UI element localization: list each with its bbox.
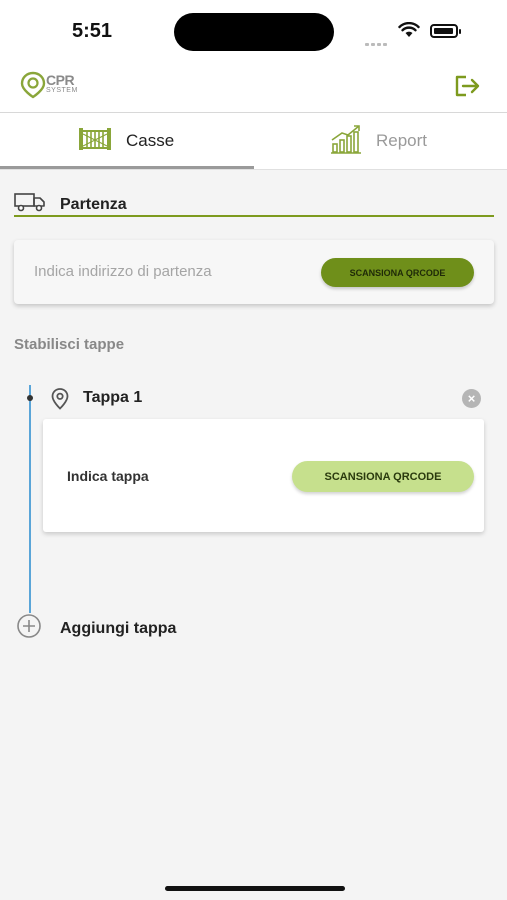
stop-prompt[interactable]: Indica tappa (67, 468, 149, 484)
add-stop-label: Aggiungi tappa (60, 619, 177, 637)
logo-text: CPR (46, 72, 75, 88)
cpr-logo-icon (20, 71, 46, 104)
partenza-scan-qrcode-button[interactable]: SCANSIONA QRCODE (321, 258, 474, 287)
add-stop-button[interactable]: Aggiungi tappa (16, 613, 176, 644)
gate-icon (78, 126, 112, 157)
partenza-label: Partenza (60, 195, 127, 213)
timeline-line (29, 385, 31, 613)
cellular-signal-icon (365, 33, 389, 51)
tab-bar: Casse Report (0, 113, 507, 170)
battery-icon (430, 24, 461, 38)
dynamic-island (174, 13, 334, 51)
timeline-dot (27, 395, 33, 401)
stop-scan-qrcode-button[interactable]: SCANSIONA QRCODE (292, 461, 474, 492)
logout-icon[interactable] (453, 74, 481, 103)
tab-casse[interactable]: Casse (78, 113, 174, 169)
chart-growth-icon (330, 124, 362, 159)
tab-report-label: Report (376, 131, 428, 150)
stops-section-label: Stabilisci tappe (14, 336, 125, 353)
tab-report[interactable]: Report (330, 113, 427, 169)
partenza-header: Partenza (14, 192, 127, 217)
status-time: 5:51 (72, 20, 113, 42)
wifi-icon (398, 21, 420, 43)
partenza-divider (14, 215, 494, 217)
truck-icon (14, 192, 46, 217)
logo-subtext: SYSTEM (46, 87, 78, 94)
home-indicator (165, 886, 345, 891)
tab-casse-label: Casse (126, 131, 175, 150)
stop-title: Tappa 1 (83, 389, 143, 406)
plus-circle-icon (16, 613, 42, 644)
tab-active-indicator (0, 166, 254, 169)
location-pin-icon (51, 388, 69, 415)
partenza-address-field[interactable]: Indica indirizzo di partenza (34, 263, 212, 280)
remove-stop-close-icon[interactable]: × (462, 389, 481, 408)
